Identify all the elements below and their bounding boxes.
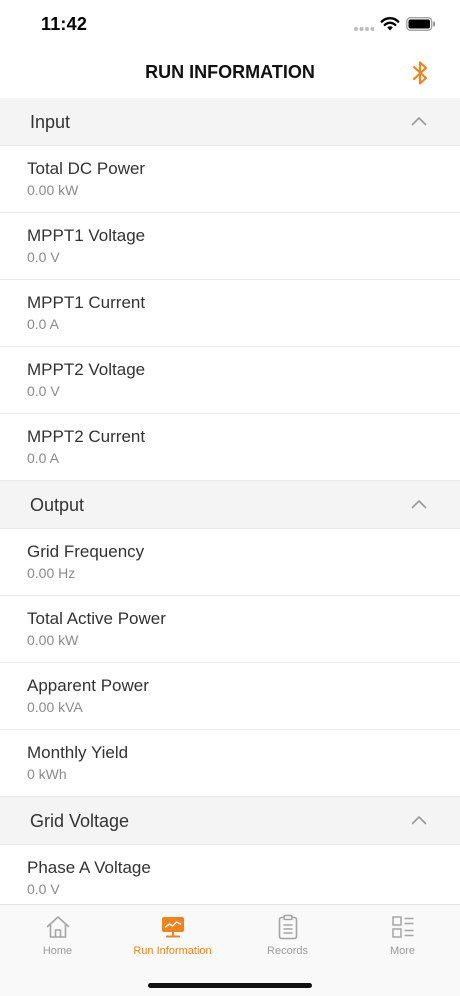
- item-label: MPPT2 Current: [27, 427, 146, 446]
- tab-label: Home: [42, 945, 73, 957]
- list-item: MPPT1 Current 0.0 A: [0, 280, 460, 347]
- page-title: RUN INFORMATION: [145, 62, 315, 82]
- status-bar: 11:42: [0, 0, 460, 50]
- tab-more[interactable]: More: [345, 905, 460, 965]
- tab-bar: Home Run Information Records More: [0, 904, 460, 996]
- item-label: Phase A Voltage: [27, 858, 151, 877]
- grid-list-icon: [392, 916, 414, 938]
- tab-run-information[interactable]: Run Information: [115, 905, 230, 965]
- item-label: Monthly Yield: [27, 743, 129, 762]
- tab-label: More: [389, 945, 416, 957]
- battery-icon: [406, 17, 435, 31]
- item-value: 0.00 Hz: [27, 565, 76, 581]
- section-title: Input: [30, 112, 71, 132]
- item-label: MPPT1 Voltage: [27, 226, 146, 245]
- item-label: MPPT2 Voltage: [27, 360, 146, 379]
- item-value: 0.00 kVA: [27, 699, 83, 715]
- item-value: 0.0 A: [27, 450, 59, 466]
- section-title: Grid Voltage: [30, 811, 130, 831]
- clipboard-icon: [278, 914, 298, 940]
- tab-label: Run Information: [133, 945, 212, 957]
- section-header-grid-voltage[interactable]: Grid Voltage: [0, 797, 460, 845]
- section-header-input[interactable]: Input: [0, 98, 460, 146]
- wifi-icon: [380, 17, 400, 31]
- item-value: 0.0 A: [27, 316, 59, 332]
- list-item: Total DC Power 0.00 kW: [0, 146, 460, 213]
- list-item: MPPT2 Voltage 0.0 V: [0, 347, 460, 414]
- item-label: Total DC Power: [27, 159, 146, 178]
- item-value: 0.0 V: [27, 881, 60, 897]
- item-label: Apparent Power: [27, 676, 149, 695]
- list-item: Monthly Yield 0 kWh: [0, 730, 460, 797]
- item-value: 0.00 kW: [27, 632, 79, 648]
- tab-home[interactable]: Home: [0, 905, 115, 965]
- home-indicator[interactable]: [148, 983, 312, 988]
- item-label: MPPT1 Current: [27, 293, 146, 312]
- bluetooth-icon[interactable]: [411, 60, 431, 86]
- item-value: 0.0 V: [27, 249, 60, 265]
- item-value: 0.0 V: [27, 383, 60, 399]
- item-value: 0.00 kW: [27, 182, 79, 198]
- item-label: Total Active Power: [27, 609, 166, 628]
- run-information-list[interactable]: Input Total DC Power 0.00 kW MPPT1 Volta…: [0, 98, 460, 904]
- list-item: Total Active Power 0.00 kW: [0, 596, 460, 663]
- item-label: Grid Frequency: [27, 542, 145, 561]
- chevron-up-icon[interactable]: [411, 116, 427, 126]
- tab-label: Records: [267, 945, 308, 957]
- list-item: Apparent Power 0.00 kVA: [0, 663, 460, 730]
- chevron-up-icon[interactable]: [411, 499, 427, 509]
- cellular-signal-icon: [354, 27, 374, 31]
- status-time: 11:42: [41, 14, 88, 34]
- section-header-output[interactable]: Output: [0, 481, 460, 529]
- tab-records[interactable]: Records: [230, 905, 345, 965]
- item-value: 0 kWh: [27, 766, 67, 782]
- list-item: MPPT2 Current 0.0 A: [0, 414, 460, 481]
- home-icon: [46, 916, 70, 938]
- list-item: MPPT1 Voltage 0.0 V: [0, 213, 460, 280]
- list-item: Grid Frequency 0.00 Hz: [0, 529, 460, 596]
- section-title: Output: [30, 495, 85, 515]
- monitor-chart-icon: [162, 917, 184, 938]
- list-item: Phase A Voltage 0.0 V: [0, 845, 460, 904]
- chevron-up-icon[interactable]: [411, 815, 427, 825]
- navigation-bar: RUN INFORMATION: [0, 50, 460, 98]
